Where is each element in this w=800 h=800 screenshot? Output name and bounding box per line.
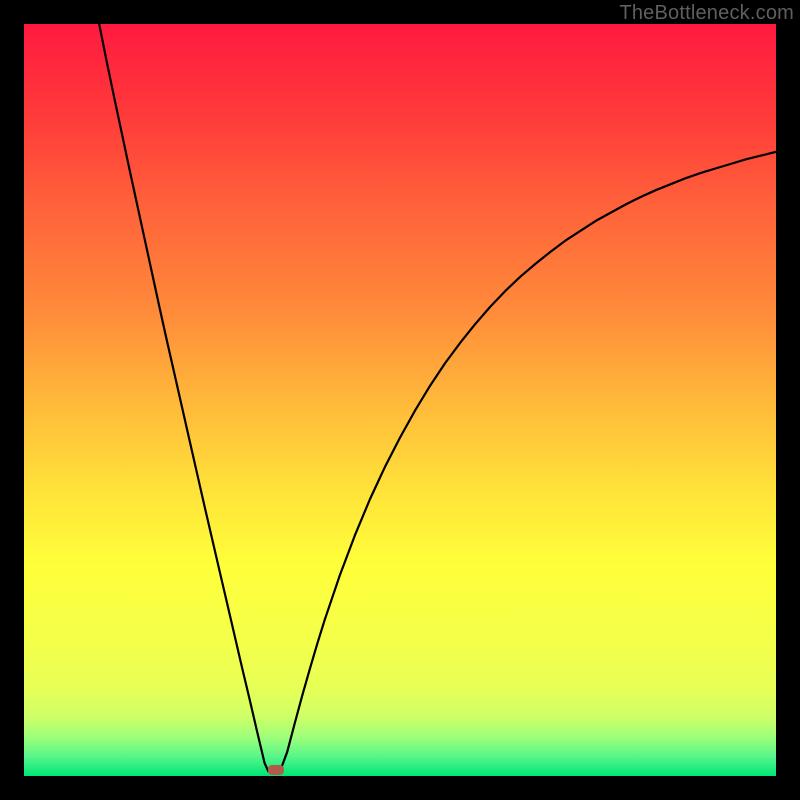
optimum-marker	[268, 765, 284, 775]
chart-background	[24, 24, 776, 776]
chart-frame	[24, 24, 776, 776]
chart-svg	[24, 24, 776, 776]
watermark-label: TheBottleneck.com	[619, 2, 794, 25]
